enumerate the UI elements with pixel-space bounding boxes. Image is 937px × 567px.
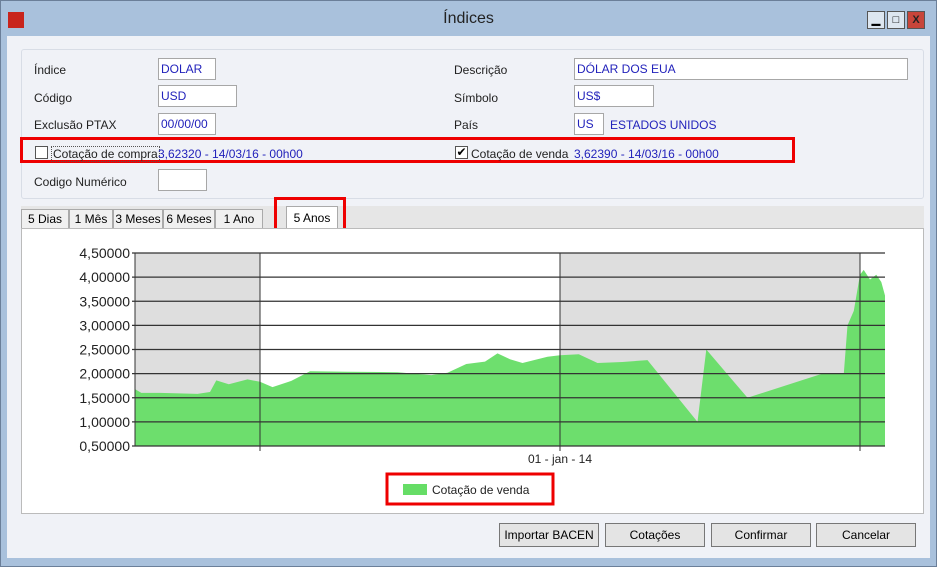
- indice-label: Índice: [34, 63, 67, 77]
- cotacoes-button[interactable]: Cotações: [605, 523, 705, 547]
- tab-3-meses[interactable]: 3 Meses: [113, 209, 163, 229]
- legend-label: Cotação de venda: [432, 483, 530, 497]
- tab-5-dias[interactable]: 5 Dias: [21, 209, 69, 229]
- tab-6-meses[interactable]: 6 Meses: [163, 209, 215, 229]
- indice-input[interactable]: DOLAR: [158, 58, 216, 80]
- pais-name: ESTADOS UNIDOS: [610, 118, 717, 132]
- confirmar-button[interactable]: Confirmar: [711, 523, 811, 547]
- indices-window: Índices ▁ □ X Índice DOLAR Código USD Ex…: [0, 0, 937, 567]
- window-title: Índices: [443, 10, 494, 27]
- cotacao-compra-checkbox[interactable]: [35, 146, 48, 159]
- y-tick-label: 3,50000: [79, 293, 130, 309]
- codigo-input[interactable]: USD: [158, 85, 237, 107]
- descricao-label: Descrição: [454, 63, 508, 77]
- simbolo-input[interactable]: US$: [574, 85, 654, 107]
- descricao-input[interactable]: DÓLAR DOS EUA: [574, 58, 908, 80]
- cancelar-button[interactable]: Cancelar: [816, 523, 916, 547]
- tab-1-ano[interactable]: 1 Ano: [215, 209, 263, 229]
- exclusao-ptax-label: Exclusão PTAX: [34, 118, 117, 132]
- cotacao-venda-checkbox[interactable]: ✔: [455, 146, 468, 159]
- y-tick-label: 1,00000: [79, 414, 130, 430]
- tab-1-mes[interactable]: 1 Mês: [69, 209, 113, 229]
- codigo-numerico-label: Codigo Numérico: [34, 175, 127, 189]
- pais-label: País: [454, 118, 479, 132]
- close-button[interactable]: X: [907, 11, 925, 29]
- cotacao-venda-value: 3,62390 - 14/03/16 - 00h00: [574, 147, 719, 161]
- legend-swatch: [403, 484, 427, 495]
- y-tick-label: 4,00000: [79, 269, 130, 285]
- maximize-button[interactable]: □: [887, 11, 905, 29]
- period-tabs: 5 Dias 1 Mês 3 Meses 6 Meses 1 Ano 5 Ano…: [21, 206, 924, 230]
- y-tick-label: 0,50000: [79, 438, 130, 454]
- exclusao-ptax-input[interactable]: 00/00/00: [158, 113, 216, 135]
- codigo-numerico-input[interactable]: [158, 169, 207, 191]
- title-bar[interactable]: Índices ▁ □ X: [1, 1, 936, 35]
- checkmark-icon: ✔: [456, 145, 467, 159]
- x-tick-label: 01 - jan - 14: [528, 452, 592, 466]
- y-tick-label: 2,50000: [79, 342, 130, 358]
- window-client: Índice DOLAR Código USD Exclusão PTAX 00…: [7, 36, 930, 558]
- y-tick-label: 3,00000: [79, 317, 130, 333]
- codigo-label: Código: [34, 91, 73, 105]
- minimize-button[interactable]: ▁: [867, 11, 885, 29]
- cotacao-compra-label[interactable]: Cotação de compra: [51, 146, 160, 162]
- simbolo-label: Símbolo: [454, 91, 499, 105]
- importar-bacen-button[interactable]: Importar BACEN: [499, 523, 599, 547]
- chart-panel: 0,50000 1,00000 1,50000 2,00000 2,50000 3,000…: [21, 228, 924, 514]
- y-tick-label: 1,50000: [79, 390, 130, 406]
- y-tick-label: 2,00000: [79, 366, 130, 382]
- cotacao-compra-value: 3,62320 - 14/03/16 - 00h00: [158, 147, 303, 161]
- pais-code-input[interactable]: US: [574, 113, 604, 135]
- cotacao-venda-label[interactable]: Cotação de venda: [471, 147, 568, 161]
- y-tick-label: 4,50000: [79, 245, 130, 261]
- quote-chart: 0,50000 1,00000 1,50000 2,00000 2,50000 3,000…: [79, 245, 885, 506]
